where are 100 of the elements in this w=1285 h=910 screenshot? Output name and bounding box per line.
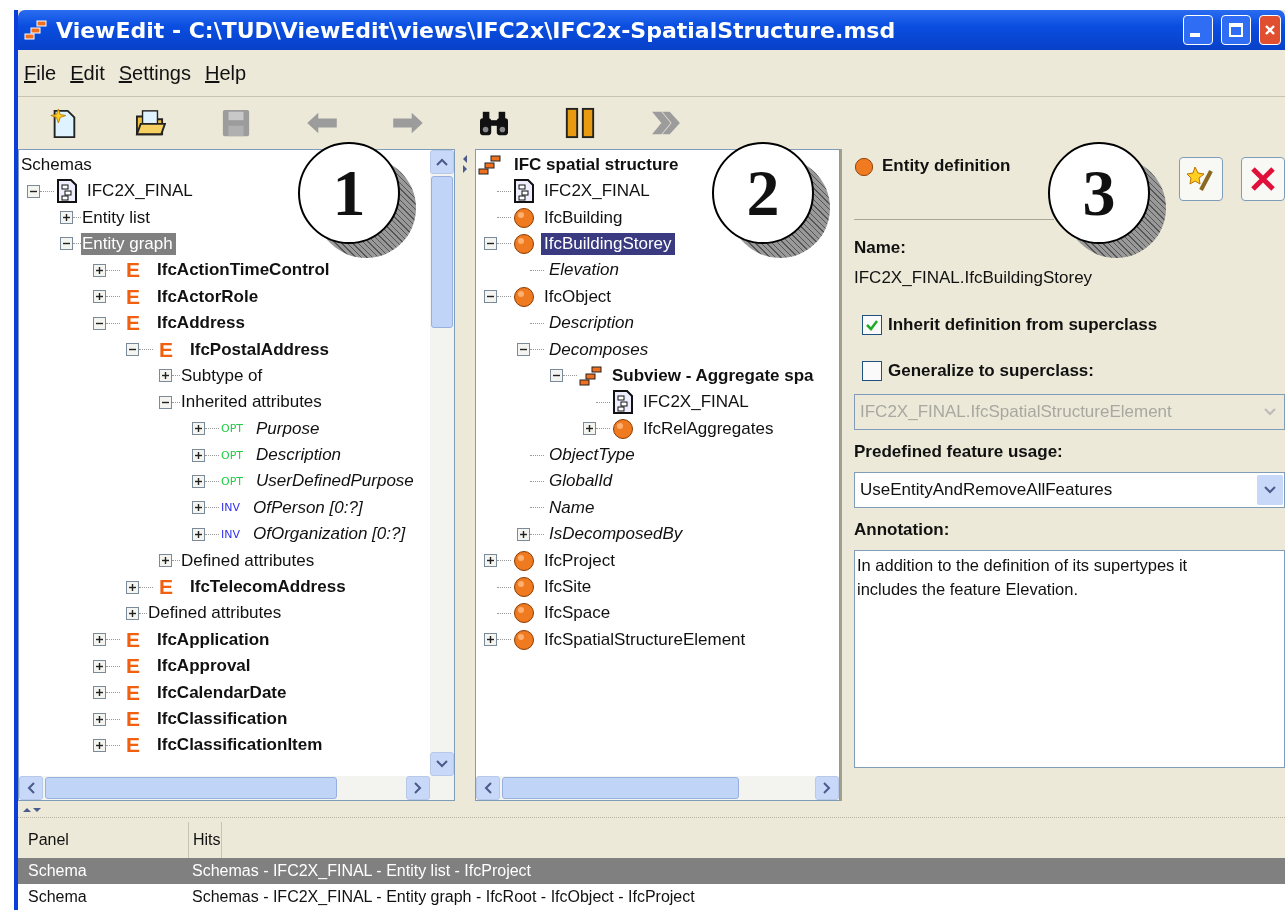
tree-item[interactable]: IfcActorRole	[154, 285, 262, 308]
expand-toggle[interactable]	[192, 448, 205, 462]
usage-dropdown[interactable]: UseEntityAndRemoveAllFeatures	[854, 472, 1285, 508]
tree-item[interactable]: Decomposes	[546, 338, 652, 361]
collapse-arrows-icon[interactable]	[461, 154, 469, 174]
annotation-field[interactable]: In addition to the definition of its supertypes it includes the feature Elevation.	[854, 550, 1285, 768]
tree-item[interactable]: IfcClassificationItem	[154, 734, 326, 757]
tree-item[interactable]: IfcApproval	[154, 655, 254, 678]
tree-item[interactable]: IfcActionTimeControl	[154, 259, 333, 282]
expand-toggle[interactable]	[60, 211, 73, 225]
menu-item[interactable]: Edit	[70, 61, 105, 85]
tree-item[interactable]: IfcRelAggregates	[640, 417, 777, 440]
tree-item[interactable]: IfcSpace	[541, 602, 614, 625]
scroll-up-button[interactable]	[430, 150, 454, 174]
minimize-button[interactable]	[1183, 15, 1213, 45]
tree-item[interactable]: OfOrganization [0:?]	[250, 523, 409, 546]
tree-item[interactable]: Subtype of	[180, 364, 266, 387]
menu-item[interactable]: Help	[205, 61, 247, 85]
expand-toggle[interactable]	[484, 237, 497, 251]
tree-item[interactable]: Subview - Aggregate spa	[609, 364, 817, 387]
scroll-down-button[interactable]	[430, 752, 454, 776]
tree-item[interactable]: IfcBuildingStorey	[541, 232, 675, 255]
tree-item[interactable]: IfcTelecomAddress	[187, 576, 349, 599]
expand-toggle[interactable]	[93, 316, 106, 330]
expand-toggle[interactable]	[93, 659, 106, 673]
tree-item[interactable]: IfcObject	[541, 285, 615, 308]
expand-toggle[interactable]	[484, 633, 497, 647]
expand-toggle[interactable]	[93, 738, 106, 752]
menu-item[interactable]: Settings	[118, 61, 191, 85]
tree-item[interactable]: IFC2X_FINAL	[84, 180, 196, 203]
expand-toggle[interactable]	[484, 554, 497, 568]
expand-toggle[interactable]	[126, 580, 139, 594]
tree-item[interactable]: IfcProject	[541, 549, 618, 572]
maximize-button[interactable]	[1221, 15, 1251, 45]
expand-toggle[interactable]	[93, 633, 106, 647]
scroll-thumb[interactable]	[431, 176, 453, 328]
checkbox-label: Generalize to superclass:	[888, 361, 1094, 381]
result-row[interactable]: Schema Schemas - IFC2X_FINAL - Entity graph - IfcRoot - IfcObject - IfcProject	[18, 884, 1285, 910]
expand-toggle[interactable]	[484, 290, 497, 304]
tree-item[interactable]: IsDecomposedBy	[546, 523, 686, 546]
tree-item[interactable]: IfcSpatialStructureElement	[541, 628, 749, 651]
expand-toggle[interactable]	[159, 369, 172, 383]
expand-toggle[interactable]	[159, 395, 172, 409]
expand-toggle[interactable]	[192, 475, 205, 488]
expand-toggle[interactable]	[93, 686, 106, 700]
expand-toggle[interactable]	[126, 606, 139, 620]
tree-item[interactable]: Defined attributes	[147, 602, 285, 625]
wizard-button[interactable]	[1179, 157, 1223, 201]
expand-toggle[interactable]	[93, 263, 106, 277]
tree-item[interactable]: IFC2X_FINAL	[541, 180, 653, 203]
expand-toggle[interactable]	[192, 527, 205, 541]
expand-toggle[interactable]	[192, 501, 205, 515]
expand-toggle[interactable]	[583, 422, 596, 436]
expand-toggle[interactable]	[27, 184, 40, 198]
checkbox[interactable]	[862, 315, 882, 335]
expand-toggle[interactable]	[93, 290, 106, 304]
expand-toggle[interactable]	[60, 237, 73, 251]
tree-item[interactable]: IfcApplication	[154, 628, 273, 651]
scroll-right-button[interactable]	[406, 776, 430, 800]
tree-item[interactable]: Entity graph	[81, 232, 176, 255]
scroll-left-button[interactable]	[476, 776, 500, 800]
tree-item[interactable]: UserDefinedPurpose	[253, 470, 417, 493]
tree-item[interactable]: Defined attributes	[180, 549, 318, 572]
expand-toggle[interactable]	[517, 343, 530, 357]
tree-item[interactable]: IfcClassification	[154, 708, 291, 730]
tree-item[interactable]: ObjectType	[546, 444, 638, 467]
tree-item[interactable]: GlobalId	[546, 470, 616, 493]
expand-toggle[interactable]	[550, 369, 563, 383]
tree-item[interactable]: Name	[546, 496, 598, 519]
ball-icon	[513, 549, 535, 572]
tree-item[interactable]: Description	[253, 444, 345, 467]
tree-item[interactable]: OfPerson [0:?]	[250, 496, 366, 519]
table-cell-text: Schemas - IFC2X_FINAL - Entity graph - IfcRoot - IfcObject - IfcProject	[191, 888, 695, 906]
expand-toggle[interactable]	[192, 422, 205, 436]
collapse-arrows-icon[interactable]	[22, 806, 42, 814]
expand-toggle[interactable]	[93, 712, 106, 726]
scroll-thumb[interactable]	[502, 777, 739, 799]
checkbox[interactable]	[862, 361, 882, 381]
tree-item[interactable]: Description	[546, 312, 638, 335]
expand-toggle[interactable]	[517, 527, 530, 541]
tree-item[interactable]: Entity list	[81, 206, 154, 229]
tree-item[interactable]: Elevation	[546, 259, 622, 282]
tree-item[interactable]: Purpose	[253, 417, 323, 440]
tree-item[interactable]: IFC2X_FINAL	[640, 391, 752, 414]
tree-item[interactable]: IfcAddress	[154, 312, 248, 335]
close-button[interactable]	[1259, 15, 1281, 45]
scroll-thumb[interactable]	[45, 777, 337, 799]
result-row[interactable]: Schema Schemas - IFC2X_FINAL - Entity list - IfcProject	[18, 858, 1285, 884]
menu-item[interactable]: File	[24, 61, 57, 85]
scroll-left-button[interactable]	[19, 776, 43, 800]
double-chevron-icon	[650, 110, 682, 136]
tree-item[interactable]: IfcCalendarDate	[154, 681, 290, 704]
tree-item[interactable]: Inherited attributes	[180, 391, 325, 414]
tree-item[interactable]: IfcBuilding	[541, 206, 626, 229]
expand-toggle[interactable]	[126, 343, 139, 357]
tree-item[interactable]: IfcSite	[541, 576, 595, 599]
scroll-right-button[interactable]	[815, 776, 839, 800]
expand-toggle[interactable]	[159, 554, 172, 568]
tree-item[interactable]: IfcPostalAddress	[187, 338, 332, 361]
delete-button[interactable]	[1241, 157, 1285, 201]
